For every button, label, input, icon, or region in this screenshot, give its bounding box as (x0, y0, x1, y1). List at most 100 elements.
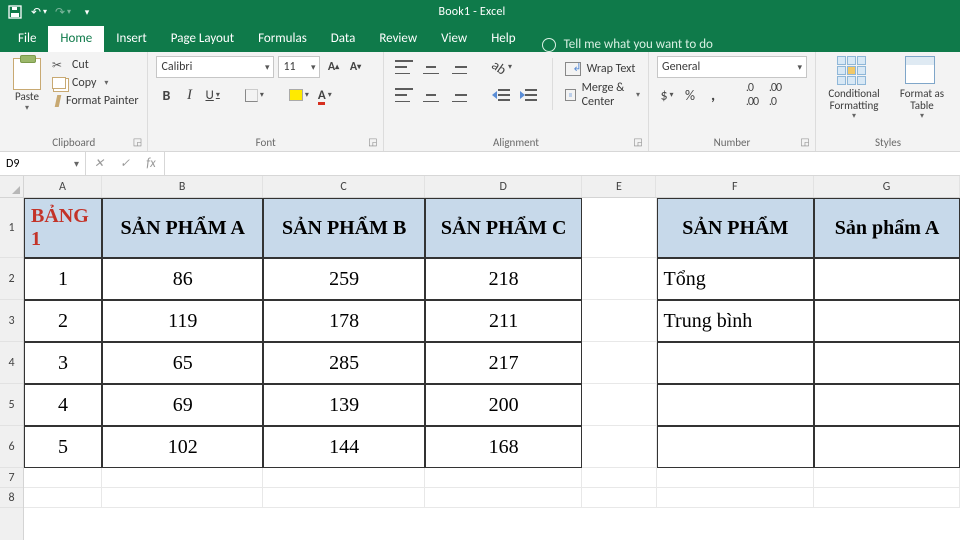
cell[interactable]: 168 (425, 426, 583, 468)
enter-formula-icon[interactable]: ✓ (112, 156, 138, 171)
copy-button[interactable]: Copy▾ (52, 76, 139, 90)
cell[interactable]: 217 (425, 342, 583, 384)
tab-formulas[interactable]: Formulas (246, 26, 319, 52)
redo-icon[interactable]: ↷▾ (56, 5, 70, 19)
cell[interactable] (263, 468, 424, 488)
cell[interactable] (582, 258, 656, 300)
cell[interactable]: SẢN PHẨM (657, 198, 815, 258)
font-name-combo[interactable]: Calibri▾ (156, 56, 274, 78)
tab-view[interactable]: View (429, 26, 479, 52)
col-header[interactable]: E (582, 176, 656, 197)
col-header[interactable]: F (656, 176, 814, 197)
row-header[interactable]: 3 (0, 300, 23, 342)
cell[interactable] (24, 468, 102, 488)
align-middle-button[interactable] (419, 56, 443, 78)
cell[interactable] (582, 384, 656, 426)
underline-button[interactable]: U (202, 84, 222, 106)
row-header[interactable]: 1 (0, 198, 23, 258)
conditional-formatting-button[interactable]: Conditional Formatting▾ (824, 56, 884, 121)
align-center-button[interactable] (419, 84, 443, 106)
cell[interactable] (102, 488, 263, 508)
cell[interactable]: 102 (102, 426, 263, 468)
cell[interactable] (814, 342, 960, 384)
grow-font-button[interactable]: A▴ (324, 56, 342, 78)
cell[interactable] (657, 426, 815, 468)
decrease-decimal-button[interactable]: .00.0 (765, 84, 785, 106)
cell[interactable] (425, 468, 583, 488)
qat-customize-icon[interactable]: ▾ (80, 5, 94, 19)
cell[interactable] (582, 342, 656, 384)
cell[interactable]: 211 (425, 300, 583, 342)
row-header[interactable]: 6 (0, 426, 23, 468)
align-left-button[interactable] (392, 84, 416, 106)
orientation-button[interactable]: ab (489, 56, 515, 78)
cell[interactable] (582, 198, 656, 258)
col-header[interactable]: C (263, 176, 425, 197)
format-as-table-button[interactable]: Format as Table▾ (892, 56, 952, 121)
cell-grid[interactable]: BẢNG 1 SẢN PHẨM A SẢN PHẨM B SẢN PHẨM C … (24, 198, 960, 508)
tab-home[interactable]: Home (48, 26, 104, 52)
cell[interactable]: 4 (24, 384, 102, 426)
cancel-formula-icon[interactable]: ✕ (86, 156, 112, 171)
cell[interactable] (582, 488, 656, 508)
insert-function-icon[interactable]: fx (138, 156, 164, 171)
accounting-format-button[interactable]: $ (657, 84, 677, 106)
cell[interactable]: SẢN PHẨM A (102, 198, 263, 258)
cell[interactable] (657, 384, 815, 426)
font-color-button[interactable]: A (315, 84, 335, 106)
cell[interactable]: 86 (102, 258, 263, 300)
cell[interactable] (814, 426, 960, 468)
fill-color-button[interactable] (286, 84, 312, 106)
cell[interactable] (814, 468, 960, 488)
cell[interactable] (657, 488, 815, 508)
col-header[interactable]: G (814, 176, 960, 197)
cell[interactable] (814, 488, 960, 508)
cell[interactable] (24, 488, 102, 508)
row-header[interactable]: 2 (0, 258, 23, 300)
wrap-text-button[interactable]: Wrap Text (565, 58, 640, 80)
cell[interactable]: 139 (263, 384, 424, 426)
align-right-button[interactable] (446, 84, 470, 106)
align-top-button[interactable] (392, 56, 416, 78)
cell[interactable]: 218 (425, 258, 583, 300)
cell[interactable] (263, 488, 424, 508)
increase-indent-button[interactable] (516, 84, 540, 106)
cell[interactable]: 285 (263, 342, 424, 384)
row-header[interactable]: 8 (0, 488, 23, 508)
tab-review[interactable]: Review (367, 26, 429, 52)
col-header[interactable]: A (24, 176, 102, 197)
font-size-combo[interactable]: 11▾ (278, 56, 320, 78)
shrink-font-button[interactable]: A▾ (346, 56, 364, 78)
cell[interactable] (657, 468, 815, 488)
cell[interactable]: Trung bình (657, 300, 815, 342)
cell[interactable] (582, 468, 656, 488)
font-launcher-icon[interactable]: ◲ (367, 135, 379, 147)
cell[interactable]: 5 (24, 426, 102, 468)
cell[interactable]: Sản phẩm A (814, 198, 960, 258)
cell[interactable] (814, 384, 960, 426)
cell[interactable]: 65 (102, 342, 263, 384)
italic-button[interactable]: I (179, 84, 199, 106)
tab-data[interactable]: Data (319, 26, 368, 52)
cell[interactable]: 119 (102, 300, 263, 342)
cell[interactable]: Tổng (657, 258, 815, 300)
cell[interactable]: 200 (425, 384, 583, 426)
format-painter-button[interactable]: Format Painter (52, 94, 139, 108)
undo-icon[interactable]: ↶▾ (32, 5, 46, 19)
cell[interactable] (657, 342, 815, 384)
col-header[interactable]: B (102, 176, 264, 197)
cell[interactable]: 69 (102, 384, 263, 426)
tab-help[interactable]: Help (479, 26, 527, 52)
cell[interactable]: 178 (263, 300, 424, 342)
cell[interactable] (582, 426, 656, 468)
cell[interactable] (814, 300, 960, 342)
cell[interactable]: SẢN PHẨM C (425, 198, 583, 258)
bold-button[interactable]: B (156, 84, 176, 106)
increase-decimal-button[interactable]: .0.00 (742, 84, 762, 106)
tab-insert[interactable]: Insert (104, 26, 159, 52)
tab-page-layout[interactable]: Page Layout (159, 26, 246, 52)
cell[interactable]: 3 (24, 342, 102, 384)
borders-button[interactable] (242, 84, 267, 106)
row-header[interactable]: 5 (0, 384, 23, 426)
number-format-combo[interactable]: General▾ (657, 56, 807, 78)
